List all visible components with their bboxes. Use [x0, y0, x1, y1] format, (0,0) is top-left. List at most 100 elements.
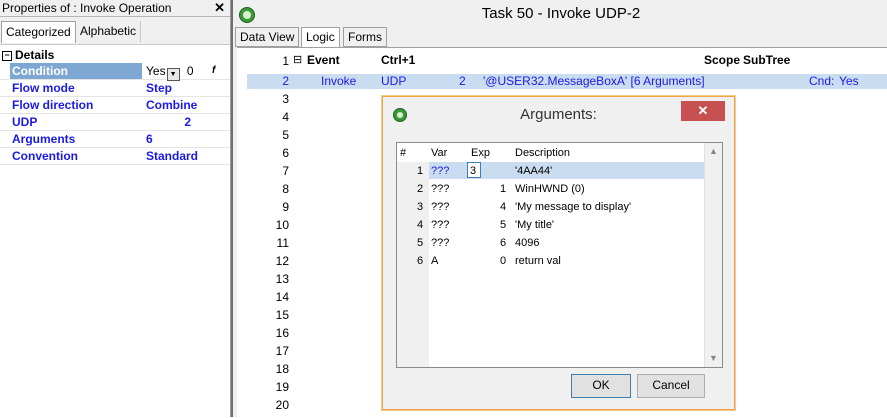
scroll-up-icon[interactable]: ▲: [705, 143, 722, 160]
close-icon[interactable]: ✕: [214, 0, 225, 16]
vertical-scrollbar[interactable]: ▲ ▼: [704, 143, 722, 367]
invoke-kind[interactable]: UDP: [381, 74, 406, 89]
property-row-convention[interactable]: Convention Standard: [0, 148, 230, 165]
scroll-down-icon[interactable]: ▼: [705, 350, 722, 367]
line-number: 17: [275, 344, 289, 358]
udp-number[interactable]: 2: [459, 74, 466, 89]
line-number: 18: [275, 362, 289, 376]
operation-type[interactable]: Invoke: [321, 74, 356, 89]
property-name: Convention: [12, 149, 78, 163]
udp-detail[interactable]: '@USER32.MessageBoxA' [6 Arguments]: [483, 74, 705, 89]
column-exp: Exp: [471, 147, 490, 159]
property-row-arguments[interactable]: Arguments 6: [0, 131, 230, 148]
line-number: 10: [275, 218, 289, 232]
arguments-dialog: Arguments: ✕ # Var Exp Description 1 ???…: [382, 96, 735, 410]
task-title-bar: Task 50 - Invoke UDP-2: [233, 0, 887, 28]
tab-categorized[interactable]: Categorized: [1, 21, 76, 43]
property-value[interactable]: Standard: [146, 148, 228, 164]
expression-editor-icon[interactable]: f: [212, 65, 224, 77]
property-name: Condition: [10, 63, 142, 79]
section-label: Details: [15, 48, 55, 62]
collapse-icon[interactable]: −: [2, 51, 12, 61]
argument-exp[interactable]: 0: [500, 252, 506, 270]
argument-number: 1: [417, 165, 424, 177]
arguments-table[interactable]: # Var Exp Description 1 ??? 3 '4AA44' 2 …: [396, 142, 723, 368]
property-value[interactable]: 6: [146, 131, 228, 147]
dialog-title-bar: Arguments: ✕: [383, 97, 734, 131]
column-var: Var: [431, 147, 448, 159]
line-number: 19: [275, 380, 289, 394]
condition-label: Cnd:: [809, 74, 835, 88]
argument-exp[interactable]: 3: [470, 162, 476, 180]
line-number: 5: [282, 128, 289, 142]
property-row-flow-mode[interactable]: Flow mode Step: [0, 80, 230, 97]
argument-row[interactable]: 4 ??? 5 'My title': [397, 216, 707, 234]
line-number: 14: [275, 290, 289, 304]
property-value[interactable]: Combine: [146, 97, 228, 113]
argument-var[interactable]: A: [431, 252, 438, 270]
argument-description: WinHWND (0): [515, 183, 585, 195]
argument-var[interactable]: ???: [431, 216, 449, 234]
argument-var[interactable]: ???: [431, 162, 449, 180]
condition-combo-value[interactable]: Yes: [146, 64, 166, 78]
property-row-flow-direction[interactable]: Flow direction Combine: [0, 97, 230, 114]
argument-exp[interactable]: 5: [500, 216, 506, 234]
argument-number: 2: [417, 183, 424, 195]
property-row-condition[interactable]: Condition Yes ▼ 0 f: [0, 63, 230, 81]
tab-logic[interactable]: Logic: [301, 27, 340, 48]
line-number: 13: [275, 272, 289, 286]
property-name: Arguments: [12, 132, 76, 146]
details-section-header[interactable]: − Details: [0, 47, 230, 63]
properties-tabs: Categorized Alphabetic: [0, 17, 230, 45]
close-icon[interactable]: ✕: [681, 101, 725, 121]
argument-exp[interactable]: 1: [500, 180, 506, 198]
argument-number: 5: [417, 237, 424, 249]
column-description: Description: [515, 147, 571, 159]
condition-expression-value[interactable]: 0: [187, 64, 194, 78]
grid-header-row: ⊟ Event Ctrl+1 Scope SubTree: [237, 53, 887, 69]
argument-row[interactable]: 2 ??? 1 WinHWND (0): [397, 180, 707, 198]
app-logo-icon: [393, 108, 407, 122]
argument-var[interactable]: ???: [431, 234, 449, 252]
argument-var[interactable]: ???: [431, 180, 449, 198]
argument-row[interactable]: 3 ??? 4 'My message to display': [397, 198, 707, 216]
ok-button[interactable]: OK: [571, 374, 631, 398]
properties-panel: Properties of : Invoke Operation ✕ Categ…: [0, 0, 231, 417]
column-event: Event: [307, 53, 340, 67]
line-number: 3: [282, 92, 289, 106]
argument-number: 4: [417, 219, 424, 231]
argument-var[interactable]: ???: [431, 198, 449, 216]
argument-row[interactable]: 1 ??? 3 '4AA44': [397, 162, 707, 180]
properties-title: Properties of : Invoke Operation: [2, 1, 172, 15]
properties-title-bar: Properties of : Invoke Operation ✕: [0, 0, 230, 17]
tab-forms[interactable]: Forms: [343, 27, 387, 47]
column-ctrl: Ctrl+1: [381, 53, 416, 67]
line-number: 15: [275, 308, 289, 322]
line-number: 16: [275, 326, 289, 340]
property-value[interactable]: Step: [146, 80, 228, 96]
collapse-icon[interactable]: ⊟: [293, 53, 302, 66]
property-row-udp[interactable]: UDP 2: [0, 114, 230, 131]
dialog-title: Arguments:: [520, 106, 597, 123]
line-number: 1: [282, 54, 289, 68]
argument-exp[interactable]: 4: [500, 198, 506, 216]
argument-description: 'My message to display': [515, 201, 632, 213]
line-number: 8: [282, 182, 289, 196]
line-number: 20: [275, 398, 289, 412]
condition-value[interactable]: Yes: [839, 74, 859, 89]
task-tabs: Data View Logic Forms: [235, 27, 885, 48]
argument-row[interactable]: 5 ??? 6 4096: [397, 234, 707, 252]
argument-number: 3: [417, 201, 424, 213]
argument-exp[interactable]: 6: [500, 234, 506, 252]
cancel-button[interactable]: Cancel: [637, 374, 705, 398]
argument-row[interactable]: 6 A 0 return val: [397, 252, 707, 270]
tab-alphabetic[interactable]: Alphabetic: [76, 21, 142, 42]
line-number: 9: [282, 200, 289, 214]
column-number: #: [400, 147, 407, 159]
line-number: 6: [282, 146, 289, 160]
tab-data-view[interactable]: Data View: [235, 27, 300, 47]
column-subtree: SubTree: [743, 53, 791, 67]
property-value[interactable]: 2: [146, 114, 191, 130]
condition-value[interactable]: Yes ▼ 0 f: [146, 63, 228, 81]
app-logo-icon: [239, 7, 255, 23]
